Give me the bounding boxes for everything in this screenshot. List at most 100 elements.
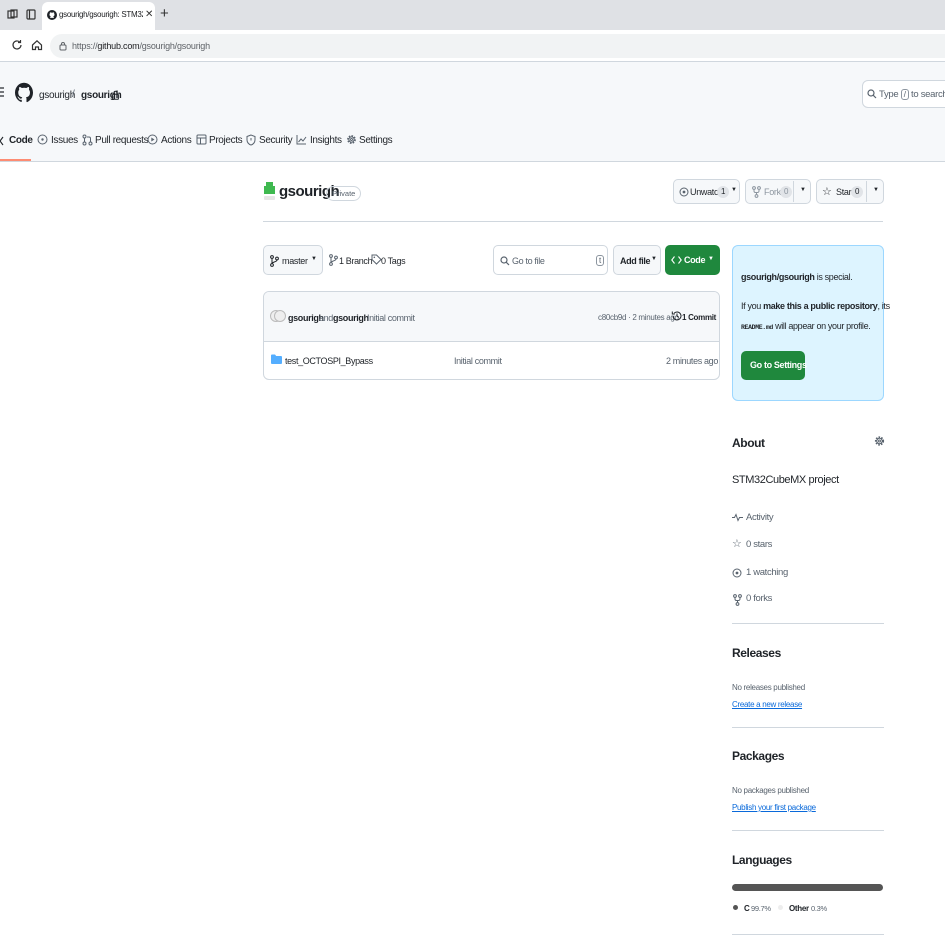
- tab-actions[interactable]: Actions: [147, 134, 192, 148]
- go-to-settings-button[interactable]: Go to Settings: [741, 351, 807, 380]
- star-counter: 0: [851, 186, 864, 198]
- github-favicon-icon: [47, 10, 57, 20]
- table-icon: [196, 134, 207, 145]
- home-icon[interactable]: [31, 39, 43, 51]
- go-to-file-shortcut-key: t: [596, 255, 605, 266]
- special-repo-path: gsourigh/gsourigh: [741, 272, 815, 282]
- code-button[interactable]: Code ▼: [665, 245, 720, 275]
- tab-projects-label: Projects: [209, 135, 243, 146]
- tab-settings[interactable]: Settings: [346, 134, 393, 148]
- releases-heading[interactable]: Releases: [732, 646, 781, 660]
- reload-icon[interactable]: [11, 39, 23, 51]
- code-icon: [671, 255, 682, 265]
- fork-button[interactable]: Fork 0 ▼: [745, 179, 811, 204]
- special-text: is special.: [816, 272, 853, 282]
- special-line3: will appear on your profile.: [775, 321, 871, 331]
- latest-commit-row: gsourigh and gsourigh Initial commit c80…: [264, 292, 719, 342]
- gear-icon[interactable]: [874, 435, 885, 447]
- selected-tab-underline: [0, 159, 31, 161]
- special-line2-post: , its: [877, 301, 890, 311]
- tab-actions-icon[interactable]: [26, 9, 36, 20]
- search-suffix: to search: [911, 89, 945, 100]
- star-icon: ☆: [732, 538, 742, 550]
- star-button[interactable]: ☆ Star 0 ▼: [816, 179, 884, 204]
- go-to-settings-label: Go to Settings: [750, 360, 807, 370]
- fork-icon: [733, 594, 742, 606]
- language-percent: 99.7%: [751, 904, 771, 913]
- file-name[interactable]: test_OCTOSPI_Bypass: [285, 356, 373, 366]
- commit-count[interactable]: 1 Commit: [682, 313, 716, 322]
- search-icon: [500, 256, 510, 266]
- special-repo-notice: gsourigh/gsourigh is special. If you mak…: [732, 245, 890, 401]
- publish-package-link[interactable]: Publish your first package: [732, 803, 816, 812]
- new-tab-icon[interactable]: +: [160, 5, 169, 22]
- tab-issues[interactable]: Issues: [37, 134, 78, 148]
- tab-projects[interactable]: Projects: [196, 134, 243, 148]
- sidebar-divider: [732, 727, 884, 728]
- commit-message[interactable]: Initial commit: [367, 313, 415, 323]
- url-path: /gsourigh/gsourigh: [139, 41, 210, 51]
- commit-hash-time[interactable]: c80cb9d · 2 minutes ago: [598, 313, 679, 322]
- chevron-down-icon: ▼: [731, 187, 737, 193]
- avatar[interactable]: [270, 307, 286, 325]
- browser-tab[interactable]: gsourigh/gsourigh: STM32CubeMX ✕: [42, 2, 155, 30]
- tab-pull-requests[interactable]: Pull requests: [82, 134, 149, 148]
- tab-code-label: Code: [9, 135, 33, 146]
- unwatch-button[interactable]: Unwatch 1 ▼: [673, 179, 740, 204]
- packages-heading[interactable]: Packages: [732, 749, 785, 763]
- browser-tab-bar: gsourigh/gsourigh: STM32CubeMX ✕ +: [0, 0, 945, 30]
- table-row[interactable]: test_OCTOSPI_Bypass Initial commit 2 min…: [264, 342, 719, 379]
- commit-author-2[interactable]: gsourigh: [333, 313, 369, 323]
- play-icon: [147, 134, 158, 145]
- workspaces-icon[interactable]: [7, 9, 18, 20]
- branch-name: master: [282, 256, 308, 266]
- add-file-label: Add file: [620, 256, 651, 266]
- add-file-button[interactable]: Add file ▼: [613, 245, 661, 275]
- menu-icon[interactable]: [0, 86, 6, 98]
- history-icon: [671, 310, 682, 322]
- search-input[interactable]: Type / to search: [862, 80, 945, 108]
- shield-icon: [246, 134, 256, 146]
- tab-insights[interactable]: Insights: [296, 134, 342, 148]
- file-commit-message[interactable]: Initial commit: [454, 356, 502, 366]
- fork-icon: [752, 186, 761, 198]
- special-line2-bold: make this a public repository: [763, 301, 878, 311]
- branch-count: 1 Branch: [339, 256, 373, 266]
- create-release-link[interactable]: Create a new release: [732, 700, 802, 709]
- code-icon: [0, 136, 8, 146]
- branch-selector[interactable]: master ▼: [263, 245, 323, 275]
- folder-icon: [271, 354, 282, 364]
- tab-security-label: Security: [259, 135, 293, 146]
- url-field[interactable]: https://github.com/gsourigh/gsourigh: [50, 34, 945, 58]
- tab-security[interactable]: Security: [246, 134, 293, 148]
- breadcrumb-owner[interactable]: gsourigh: [39, 90, 75, 101]
- chevron-down-icon: ▼: [651, 256, 657, 262]
- sidebar-divider: [732, 934, 884, 935]
- star-icon: ☆: [822, 186, 832, 198]
- visibility-badge: Private: [326, 186, 362, 201]
- tab-title: gsourigh/gsourigh: STM32CubeMX: [59, 10, 143, 19]
- sidebar-divider: [732, 830, 884, 831]
- tab-settings-label: Settings: [359, 135, 393, 146]
- github-logo-icon[interactable]: [15, 81, 33, 107]
- avatar[interactable]: [263, 181, 276, 201]
- branch-icon: [270, 255, 279, 267]
- languages-heading: Languages: [732, 853, 792, 867]
- url-domain: github.com: [97, 41, 140, 51]
- language-name: C: [744, 904, 750, 913]
- special-line2-pre: If you: [741, 301, 761, 311]
- tab-code[interactable]: Code: [0, 134, 33, 148]
- go-to-file-input[interactable]: Go to file t: [493, 245, 608, 275]
- pulse-icon: [732, 513, 743, 522]
- fork-label: Fork: [764, 187, 781, 197]
- tab-issues-label: Issues: [51, 135, 78, 146]
- chevron-down-icon: ▼: [708, 256, 714, 262]
- activity-label: Activity: [746, 512, 774, 523]
- site-info-icon[interactable]: [59, 41, 67, 51]
- file-table: gsourigh and gsourigh Initial commit c80…: [263, 291, 720, 380]
- forks-label: 0 forks: [746, 593, 773, 604]
- breadcrumb-separator: /: [72, 89, 75, 100]
- close-tab-icon[interactable]: ✕: [145, 9, 153, 20]
- lock-icon: [112, 90, 119, 100]
- language-bar-segment-c: [732, 884, 883, 891]
